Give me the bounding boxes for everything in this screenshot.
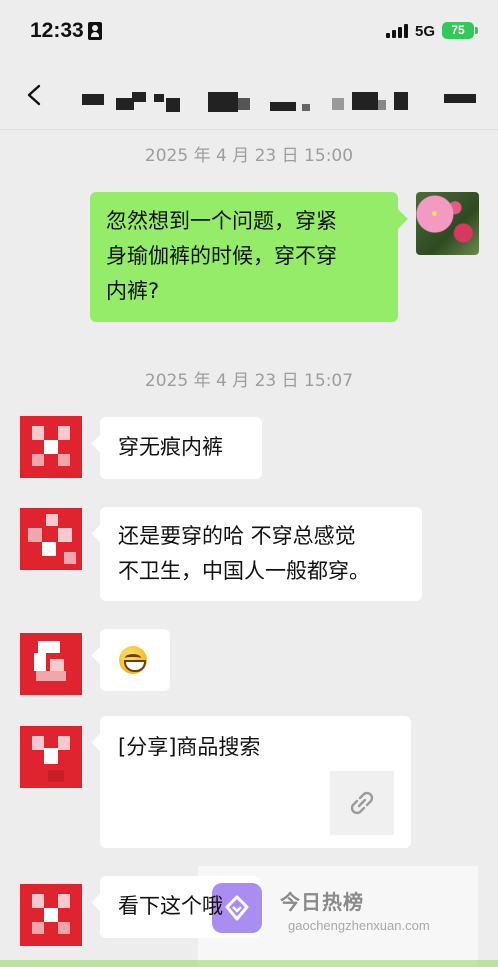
message-text: 还是要穿的哈 不穿总感觉 不卫生，中国人一般都穿。 [118,524,370,583]
shared-link-card[interactable]: [分享]商品搜索 [100,716,411,848]
bottom-strip [0,960,498,967]
watermark-title: 今日热榜 [280,890,364,914]
status-bar: 12:33 5G 75 [0,0,498,62]
pixelated-contact-name [82,90,482,112]
incoming-message[interactable] [100,629,170,691]
incoming-message[interactable]: 穿无痕内裤 [100,417,262,479]
contact-avatar[interactable] [20,416,82,478]
message-text: 穿无痕内裤 [118,435,223,459]
link-icon [350,791,374,815]
contact-avatar[interactable] [20,508,82,570]
contact-avatar[interactable] [20,884,82,946]
watermark-url: gaochengzhenxuan.com [288,918,430,933]
battery-icon: 75 [442,22,478,39]
grinning-face-icon [119,646,147,674]
id-card-icon [88,22,102,40]
incoming-message[interactable]: 还是要穿的哈 不穿总感觉 不卫生，中国人一般都穿。 [100,507,422,601]
signal-icon [386,24,410,38]
contact-avatar[interactable] [20,633,82,695]
contact-avatar[interactable] [20,726,82,788]
share-title: [分享]商品搜索 [118,735,261,759]
timestamp: 2025 年 4 月 23 日 15:00 [144,146,354,166]
outgoing-message[interactable]: 忽然想到一个问题，穿紧 身瑜伽裤的时候，穿不穿 内裤? [90,192,398,322]
status-time: 12:33 [30,19,84,42]
network-label: 5G [415,23,436,40]
message-text: 看下这个哦 [118,894,223,918]
timestamp: 2025 年 4 月 23 日 15:07 [144,371,354,391]
my-avatar[interactable] [416,192,479,255]
message-text: 忽然想到一个问题，穿紧 身瑜伽裤的时候，穿不穿 内裤? [106,209,337,303]
link-thumbnail [330,771,394,835]
back-icon[interactable] [24,84,46,106]
chat-header [0,62,498,130]
